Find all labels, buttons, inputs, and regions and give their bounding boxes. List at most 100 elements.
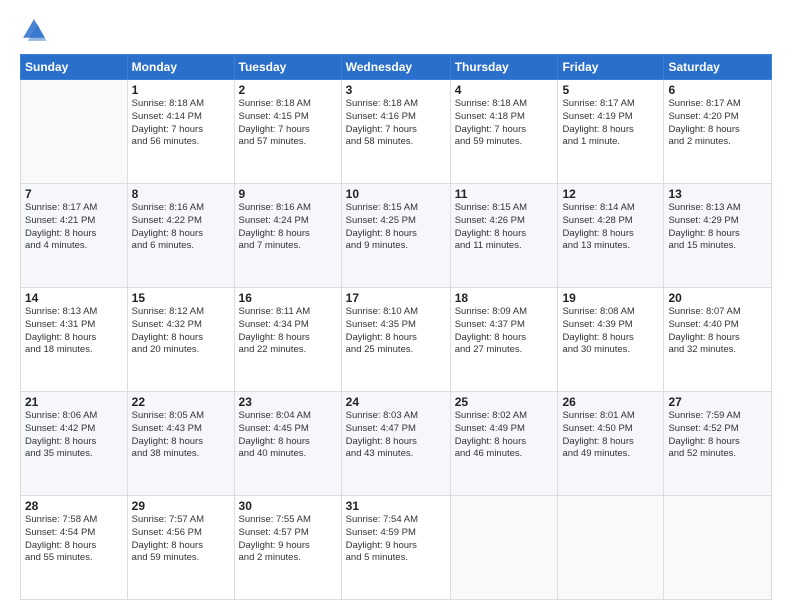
week-row-1: 1Sunrise: 8:18 AM Sunset: 4:14 PM Daylig… bbox=[21, 80, 772, 184]
day-number: 28 bbox=[25, 499, 123, 513]
day-cell: 29Sunrise: 7:57 AM Sunset: 4:56 PM Dayli… bbox=[127, 496, 234, 600]
day-info: Sunrise: 8:12 AM Sunset: 4:32 PM Dayligh… bbox=[132, 306, 230, 357]
day-number: 2 bbox=[239, 83, 337, 97]
day-info: Sunrise: 8:17 AM Sunset: 4:20 PM Dayligh… bbox=[668, 98, 767, 149]
day-cell: 20Sunrise: 8:07 AM Sunset: 4:40 PM Dayli… bbox=[664, 288, 772, 392]
day-number: 9 bbox=[239, 187, 337, 201]
page-header bbox=[20, 16, 772, 44]
day-number: 23 bbox=[239, 395, 337, 409]
day-number: 8 bbox=[132, 187, 230, 201]
week-row-2: 7Sunrise: 8:17 AM Sunset: 4:21 PM Daylig… bbox=[21, 184, 772, 288]
day-number: 18 bbox=[455, 291, 554, 305]
col-header-saturday: Saturday bbox=[664, 55, 772, 80]
day-number: 16 bbox=[239, 291, 337, 305]
column-headers: SundayMondayTuesdayWednesdayThursdayFrid… bbox=[21, 55, 772, 80]
day-cell: 13Sunrise: 8:13 AM Sunset: 4:29 PM Dayli… bbox=[664, 184, 772, 288]
day-cell: 5Sunrise: 8:17 AM Sunset: 4:19 PM Daylig… bbox=[558, 80, 664, 184]
day-number: 7 bbox=[25, 187, 123, 201]
col-header-thursday: Thursday bbox=[450, 55, 558, 80]
day-number: 6 bbox=[668, 83, 767, 97]
day-info: Sunrise: 8:08 AM Sunset: 4:39 PM Dayligh… bbox=[562, 306, 659, 357]
day-cell: 25Sunrise: 8:02 AM Sunset: 4:49 PM Dayli… bbox=[450, 392, 558, 496]
day-number: 3 bbox=[346, 83, 446, 97]
logo bbox=[20, 16, 52, 44]
day-number: 5 bbox=[562, 83, 659, 97]
day-info: Sunrise: 8:09 AM Sunset: 4:37 PM Dayligh… bbox=[455, 306, 554, 357]
day-info: Sunrise: 8:15 AM Sunset: 4:25 PM Dayligh… bbox=[346, 202, 446, 253]
day-cell bbox=[558, 496, 664, 600]
day-cell: 28Sunrise: 7:58 AM Sunset: 4:54 PM Dayli… bbox=[21, 496, 128, 600]
day-cell: 18Sunrise: 8:09 AM Sunset: 4:37 PM Dayli… bbox=[450, 288, 558, 392]
day-info: Sunrise: 8:17 AM Sunset: 4:19 PM Dayligh… bbox=[562, 98, 659, 149]
day-info: Sunrise: 8:16 AM Sunset: 4:22 PM Dayligh… bbox=[132, 202, 230, 253]
day-cell: 9Sunrise: 8:16 AM Sunset: 4:24 PM Daylig… bbox=[234, 184, 341, 288]
calendar-body: 1Sunrise: 8:18 AM Sunset: 4:14 PM Daylig… bbox=[21, 80, 772, 600]
col-header-tuesday: Tuesday bbox=[234, 55, 341, 80]
col-header-wednesday: Wednesday bbox=[341, 55, 450, 80]
day-number: 27 bbox=[668, 395, 767, 409]
day-number: 19 bbox=[562, 291, 659, 305]
day-cell: 6Sunrise: 8:17 AM Sunset: 4:20 PM Daylig… bbox=[664, 80, 772, 184]
day-info: Sunrise: 8:18 AM Sunset: 4:16 PM Dayligh… bbox=[346, 98, 446, 149]
day-cell: 11Sunrise: 8:15 AM Sunset: 4:26 PM Dayli… bbox=[450, 184, 558, 288]
day-info: Sunrise: 8:17 AM Sunset: 4:21 PM Dayligh… bbox=[25, 202, 123, 253]
day-cell: 3Sunrise: 8:18 AM Sunset: 4:16 PM Daylig… bbox=[341, 80, 450, 184]
logo-icon bbox=[20, 16, 48, 44]
day-number: 20 bbox=[668, 291, 767, 305]
day-number: 31 bbox=[346, 499, 446, 513]
day-number: 11 bbox=[455, 187, 554, 201]
day-cell: 27Sunrise: 7:59 AM Sunset: 4:52 PM Dayli… bbox=[664, 392, 772, 496]
day-number: 14 bbox=[25, 291, 123, 305]
day-info: Sunrise: 8:02 AM Sunset: 4:49 PM Dayligh… bbox=[455, 410, 554, 461]
day-info: Sunrise: 8:11 AM Sunset: 4:34 PM Dayligh… bbox=[239, 306, 337, 357]
day-info: Sunrise: 8:04 AM Sunset: 4:45 PM Dayligh… bbox=[239, 410, 337, 461]
day-number: 13 bbox=[668, 187, 767, 201]
day-cell: 1Sunrise: 8:18 AM Sunset: 4:14 PM Daylig… bbox=[127, 80, 234, 184]
week-row-5: 28Sunrise: 7:58 AM Sunset: 4:54 PM Dayli… bbox=[21, 496, 772, 600]
day-cell bbox=[21, 80, 128, 184]
day-info: Sunrise: 8:18 AM Sunset: 4:14 PM Dayligh… bbox=[132, 98, 230, 149]
day-info: Sunrise: 8:05 AM Sunset: 4:43 PM Dayligh… bbox=[132, 410, 230, 461]
day-info: Sunrise: 7:54 AM Sunset: 4:59 PM Dayligh… bbox=[346, 514, 446, 565]
day-cell: 8Sunrise: 8:16 AM Sunset: 4:22 PM Daylig… bbox=[127, 184, 234, 288]
day-cell bbox=[664, 496, 772, 600]
day-cell: 23Sunrise: 8:04 AM Sunset: 4:45 PM Dayli… bbox=[234, 392, 341, 496]
day-number: 10 bbox=[346, 187, 446, 201]
day-cell: 22Sunrise: 8:05 AM Sunset: 4:43 PM Dayli… bbox=[127, 392, 234, 496]
day-cell: 24Sunrise: 8:03 AM Sunset: 4:47 PM Dayli… bbox=[341, 392, 450, 496]
day-info: Sunrise: 7:55 AM Sunset: 4:57 PM Dayligh… bbox=[239, 514, 337, 565]
day-cell: 21Sunrise: 8:06 AM Sunset: 4:42 PM Dayli… bbox=[21, 392, 128, 496]
day-number: 29 bbox=[132, 499, 230, 513]
day-number: 4 bbox=[455, 83, 554, 97]
day-cell: 16Sunrise: 8:11 AM Sunset: 4:34 PM Dayli… bbox=[234, 288, 341, 392]
day-info: Sunrise: 8:18 AM Sunset: 4:15 PM Dayligh… bbox=[239, 98, 337, 149]
day-info: Sunrise: 8:16 AM Sunset: 4:24 PM Dayligh… bbox=[239, 202, 337, 253]
day-cell: 10Sunrise: 8:15 AM Sunset: 4:25 PM Dayli… bbox=[341, 184, 450, 288]
day-cell: 4Sunrise: 8:18 AM Sunset: 4:18 PM Daylig… bbox=[450, 80, 558, 184]
day-info: Sunrise: 7:58 AM Sunset: 4:54 PM Dayligh… bbox=[25, 514, 123, 565]
day-cell: 12Sunrise: 8:14 AM Sunset: 4:28 PM Dayli… bbox=[558, 184, 664, 288]
day-number: 22 bbox=[132, 395, 230, 409]
day-number: 12 bbox=[562, 187, 659, 201]
day-cell: 2Sunrise: 8:18 AM Sunset: 4:15 PM Daylig… bbox=[234, 80, 341, 184]
day-cell: 7Sunrise: 8:17 AM Sunset: 4:21 PM Daylig… bbox=[21, 184, 128, 288]
day-cell: 26Sunrise: 8:01 AM Sunset: 4:50 PM Dayli… bbox=[558, 392, 664, 496]
day-info: Sunrise: 8:13 AM Sunset: 4:31 PM Dayligh… bbox=[25, 306, 123, 357]
day-cell: 15Sunrise: 8:12 AM Sunset: 4:32 PM Dayli… bbox=[127, 288, 234, 392]
day-cell: 14Sunrise: 8:13 AM Sunset: 4:31 PM Dayli… bbox=[21, 288, 128, 392]
day-info: Sunrise: 8:15 AM Sunset: 4:26 PM Dayligh… bbox=[455, 202, 554, 253]
day-info: Sunrise: 8:10 AM Sunset: 4:35 PM Dayligh… bbox=[346, 306, 446, 357]
day-info: Sunrise: 7:57 AM Sunset: 4:56 PM Dayligh… bbox=[132, 514, 230, 565]
week-row-4: 21Sunrise: 8:06 AM Sunset: 4:42 PM Dayli… bbox=[21, 392, 772, 496]
day-info: Sunrise: 8:06 AM Sunset: 4:42 PM Dayligh… bbox=[25, 410, 123, 461]
day-number: 17 bbox=[346, 291, 446, 305]
col-header-sunday: Sunday bbox=[21, 55, 128, 80]
day-info: Sunrise: 8:01 AM Sunset: 4:50 PM Dayligh… bbox=[562, 410, 659, 461]
col-header-friday: Friday bbox=[558, 55, 664, 80]
day-cell: 19Sunrise: 8:08 AM Sunset: 4:39 PM Dayli… bbox=[558, 288, 664, 392]
day-cell: 30Sunrise: 7:55 AM Sunset: 4:57 PM Dayli… bbox=[234, 496, 341, 600]
day-cell: 31Sunrise: 7:54 AM Sunset: 4:59 PM Dayli… bbox=[341, 496, 450, 600]
day-cell: 17Sunrise: 8:10 AM Sunset: 4:35 PM Dayli… bbox=[341, 288, 450, 392]
day-info: Sunrise: 8:18 AM Sunset: 4:18 PM Dayligh… bbox=[455, 98, 554, 149]
day-number: 15 bbox=[132, 291, 230, 305]
